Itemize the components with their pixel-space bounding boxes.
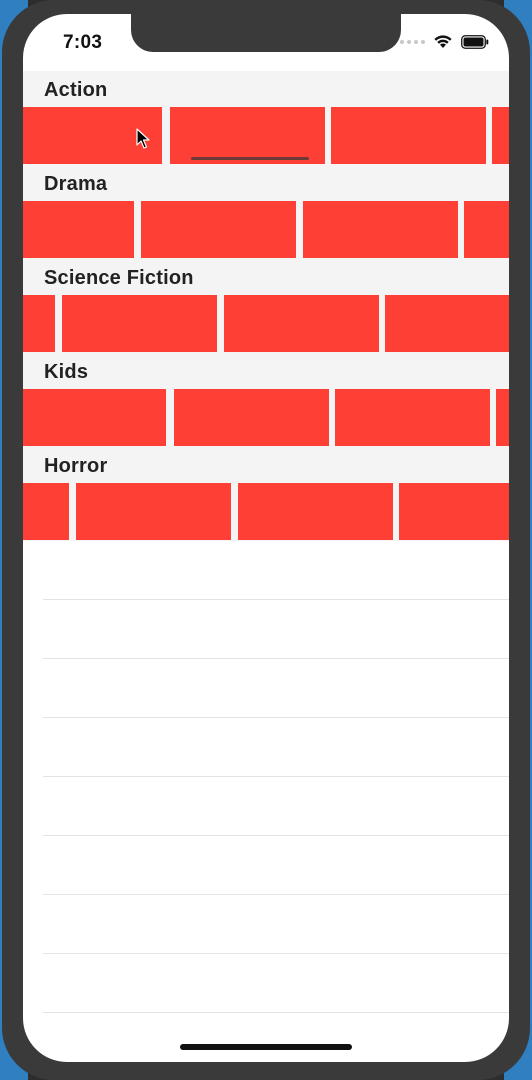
movie-tile[interactable] bbox=[224, 295, 379, 352]
category-row-kids[interactable]: Kids bbox=[23, 353, 509, 447]
empty-row bbox=[43, 718, 509, 777]
movie-tile[interactable] bbox=[496, 389, 509, 446]
status-time: 7:03 bbox=[63, 32, 103, 53]
tile-strip[interactable] bbox=[23, 483, 509, 540]
empty-table-rows bbox=[23, 541, 509, 1013]
movie-tile[interactable] bbox=[385, 295, 509, 352]
tile-strip[interactable] bbox=[23, 201, 509, 258]
category-row-science-fiction[interactable]: Science Fiction bbox=[23, 259, 509, 353]
movie-tile[interactable] bbox=[335, 389, 490, 446]
mouse-cursor-icon bbox=[136, 128, 150, 155]
category-title: Horror bbox=[44, 455, 108, 477]
movie-tile[interactable] bbox=[23, 201, 134, 258]
movie-tile[interactable] bbox=[174, 389, 329, 446]
movie-tile[interactable] bbox=[464, 201, 509, 258]
home-indicator[interactable] bbox=[180, 1044, 352, 1050]
category-row-drama[interactable]: Drama bbox=[23, 165, 509, 259]
movie-tile[interactable] bbox=[23, 389, 166, 446]
category-list[interactable]: Action Drama Science Fiction Kids Horror bbox=[23, 71, 509, 541]
empty-row bbox=[43, 541, 509, 600]
movie-tile[interactable] bbox=[399, 483, 509, 540]
category-title: Drama bbox=[44, 173, 108, 195]
category-title: Kids bbox=[44, 361, 89, 383]
movie-tile[interactable] bbox=[170, 107, 325, 164]
notch bbox=[131, 14, 401, 52]
empty-row bbox=[43, 836, 509, 895]
empty-row bbox=[43, 600, 509, 659]
phone-frame: 7:03 Action Drama Science Fiction Kids H… bbox=[2, 0, 530, 1080]
movie-tile[interactable] bbox=[141, 201, 296, 258]
empty-row bbox=[43, 895, 509, 954]
movie-tile[interactable] bbox=[492, 107, 509, 164]
movie-tile[interactable] bbox=[238, 483, 393, 540]
movie-tile[interactable] bbox=[23, 295, 55, 352]
movie-tile[interactable] bbox=[62, 295, 217, 352]
tile-strip[interactable] bbox=[23, 389, 509, 446]
movie-tile[interactable] bbox=[23, 483, 69, 540]
signal-dots-icon bbox=[400, 39, 425, 44]
tile-strip[interactable] bbox=[23, 107, 509, 164]
tile-strip[interactable] bbox=[23, 295, 509, 352]
movie-tile[interactable] bbox=[331, 107, 486, 164]
status-icons bbox=[400, 34, 489, 49]
category-row-action[interactable]: Action bbox=[23, 71, 509, 165]
empty-row bbox=[43, 777, 509, 836]
horizontal-scroll-indicator bbox=[191, 157, 309, 160]
category-title: Science Fiction bbox=[44, 267, 194, 289]
movie-tile[interactable] bbox=[303, 201, 458, 258]
empty-row bbox=[43, 659, 509, 718]
wifi-icon bbox=[433, 34, 453, 49]
category-row-horror[interactable]: Horror bbox=[23, 447, 509, 541]
battery-icon bbox=[461, 34, 489, 49]
movie-tile[interactable] bbox=[76, 483, 231, 540]
category-title: Action bbox=[44, 79, 108, 101]
phone-screen: 7:03 Action Drama Science Fiction Kids H… bbox=[23, 14, 509, 1062]
empty-row bbox=[43, 954, 509, 1013]
